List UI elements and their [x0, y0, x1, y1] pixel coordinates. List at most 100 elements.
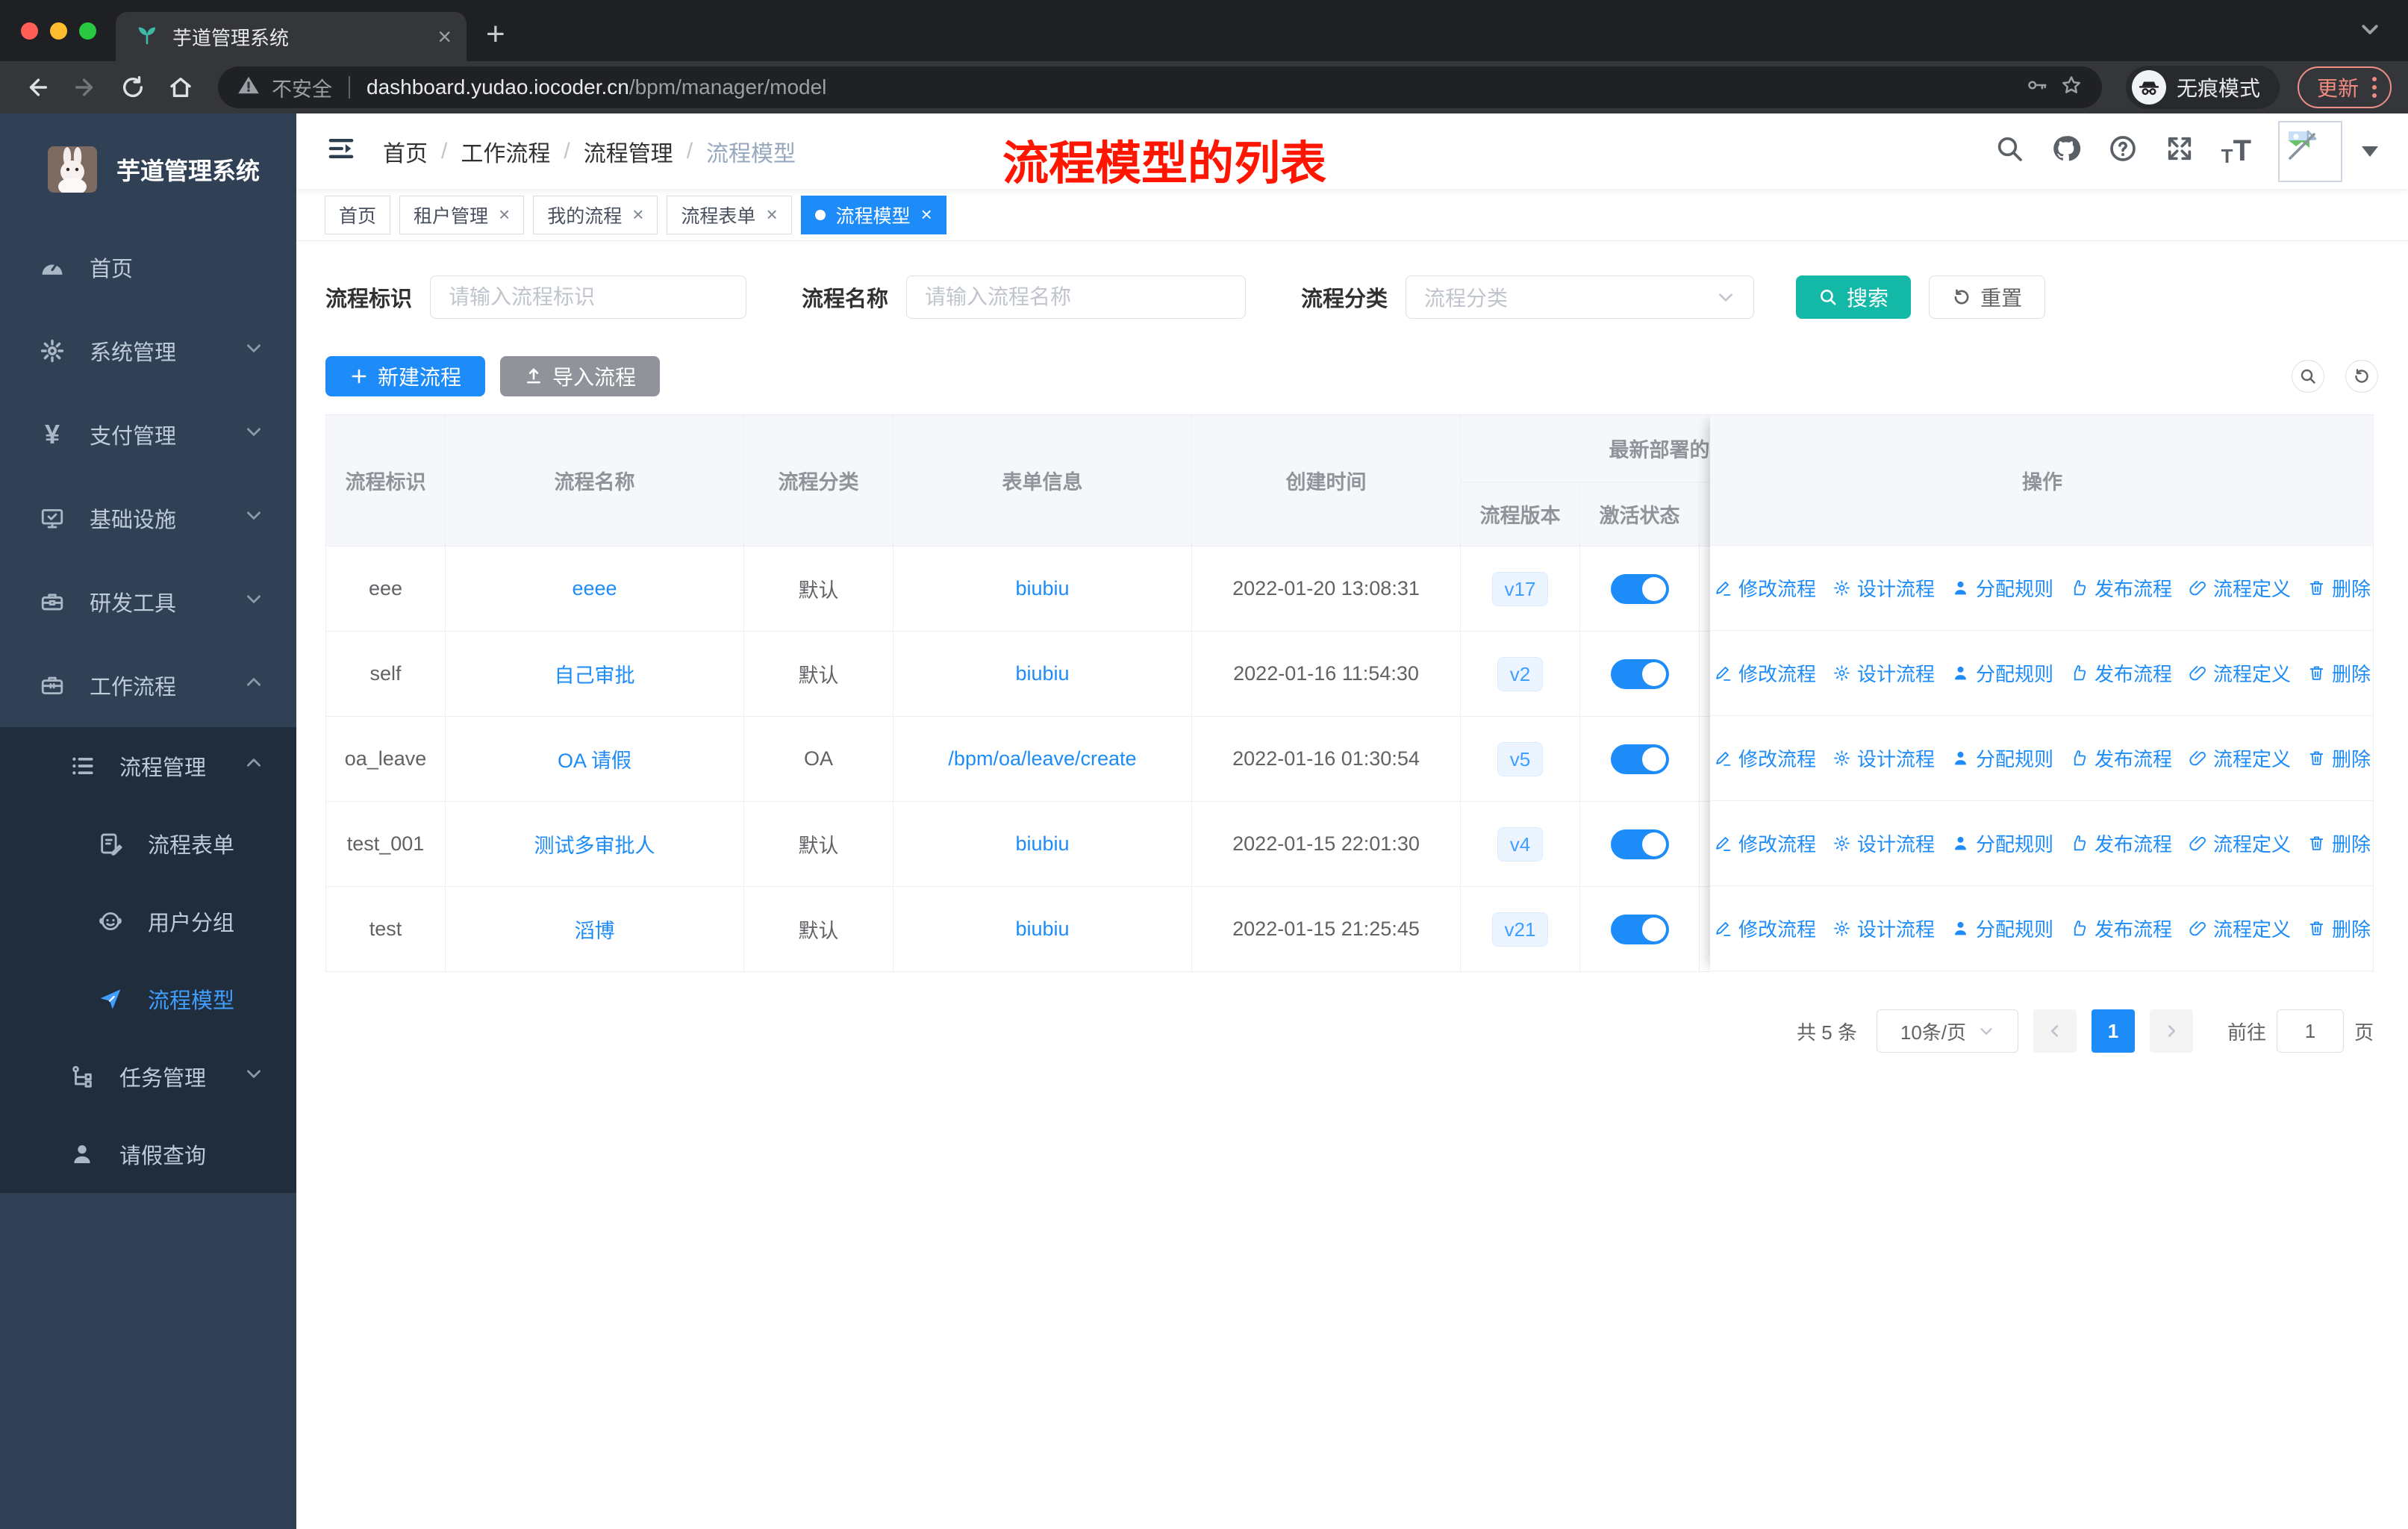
publish-process-link[interactable]: 发布流程 [2070, 659, 2172, 687]
collapse-sidebar-icon[interactable] [326, 134, 356, 169]
process-name-link[interactable]: OA 请假 [558, 744, 631, 773]
close-window-button[interactable] [21, 22, 38, 40]
filter-key-input[interactable] [430, 275, 747, 319]
sidebar-item-user-group[interactable]: 用户分组 [0, 882, 296, 960]
delete-link[interactable]: 删除 [2307, 829, 2371, 857]
modify-process-link[interactable]: 修改流程 [1714, 829, 1816, 857]
assign-rule-link[interactable]: 分配规则 [1951, 829, 2053, 857]
sidebar-item-process-mgmt[interactable]: 流程管理 [0, 727, 296, 805]
avatar-caret-icon[interactable] [2362, 146, 2378, 157]
sidebar-item-process-form[interactable]: 流程表单 [0, 805, 296, 882]
active-toggle[interactable] [1610, 829, 1669, 859]
process-definition-link[interactable]: 流程定义 [2189, 574, 2291, 602]
tag-my-process[interactable]: 我的流程 × [533, 195, 658, 234]
key-icon[interactable] [2026, 74, 2048, 102]
assign-rule-link[interactable]: 分配规则 [1951, 744, 2053, 772]
prev-page-button[interactable] [2033, 1009, 2077, 1053]
close-icon[interactable]: × [766, 203, 777, 226]
design-process-link[interactable]: 设计流程 [1832, 659, 1935, 687]
active-toggle[interactable] [1610, 744, 1669, 774]
design-process-link[interactable]: 设计流程 [1832, 829, 1935, 857]
process-name-link[interactable]: 自己审批 [555, 659, 635, 688]
active-toggle[interactable] [1610, 914, 1669, 944]
refresh-table-button[interactable] [2345, 360, 2378, 393]
tag-tenant[interactable]: 租户管理 × [399, 195, 525, 234]
kebab-menu-icon[interactable] [2372, 77, 2377, 98]
process-definition-link[interactable]: 流程定义 [2189, 659, 2291, 687]
update-menu-button[interactable]: 更新 [2297, 66, 2392, 108]
delete-link[interactable]: 删除 [2307, 744, 2371, 772]
current-page[interactable]: 1 [2091, 1009, 2135, 1053]
publish-process-link[interactable]: 发布流程 [2070, 915, 2172, 942]
sidebar-item-home[interactable]: 首页 [0, 225, 296, 309]
new-tab-button[interactable]: + [486, 18, 505, 51]
tag-home[interactable]: 首页 [325, 195, 391, 234]
sidebar-item-infra[interactable]: 基础设施 [0, 476, 296, 560]
font-size-icon[interactable]: TT [2221, 134, 2251, 168]
form-info-link[interactable]: biubiu [1015, 577, 1069, 600]
form-info-link[interactable]: biubiu [1015, 832, 1069, 856]
design-process-link[interactable]: 设计流程 [1832, 915, 1935, 942]
back-icon[interactable] [16, 66, 58, 108]
publish-process-link[interactable]: 发布流程 [2070, 574, 2172, 602]
breadcrumb-item[interactable]: 首页 [383, 135, 428, 168]
process-definition-link[interactable]: 流程定义 [2189, 915, 2291, 942]
minimize-window-button[interactable] [50, 22, 67, 40]
reset-button[interactable]: 重置 [1929, 275, 2046, 319]
tag-process-model[interactable]: 流程模型 × [800, 195, 946, 234]
tag-process-form[interactable]: 流程表单 × [667, 195, 792, 234]
close-icon[interactable]: × [632, 203, 643, 226]
modify-process-link[interactable]: 修改流程 [1714, 915, 1816, 942]
create-process-button[interactable]: 新建流程 [325, 356, 486, 396]
logo[interactable]: 芋道管理系统 [0, 113, 296, 225]
maximize-window-button[interactable] [79, 22, 96, 40]
breadcrumb-item[interactable]: 流程管理 [584, 135, 673, 168]
close-icon[interactable]: × [499, 203, 510, 226]
sidebar-item-payment[interactable]: ¥ 支付管理 [0, 393, 296, 476]
sidebar-item-process-model[interactable]: 流程模型 [0, 960, 296, 1038]
publish-process-link[interactable]: 发布流程 [2070, 744, 2172, 772]
reload-icon[interactable] [112, 66, 154, 108]
sidebar-item-devtools[interactable]: 研发工具 [0, 560, 296, 644]
design-process-link[interactable]: 设计流程 [1832, 744, 1935, 772]
process-name-link[interactable]: 滔博 [575, 915, 615, 944]
bookmark-star-icon[interactable] [2060, 74, 2083, 102]
goto-page-input[interactable] [2276, 1009, 2344, 1053]
delete-link[interactable]: 删除 [2307, 574, 2371, 602]
assign-rule-link[interactable]: 分配规则 [1951, 915, 2053, 942]
assign-rule-link[interactable]: 分配规则 [1951, 659, 2053, 687]
filter-name-input[interactable] [906, 275, 1247, 319]
next-page-button[interactable] [2149, 1009, 2193, 1053]
avatar[interactable] [2278, 120, 2342, 182]
modify-process-link[interactable]: 修改流程 [1714, 744, 1816, 772]
sidebar-item-leave-query[interactable]: 请假查询 [0, 1115, 296, 1193]
filter-category-select[interactable]: 流程分类 [1406, 275, 1755, 319]
process-name-link[interactable]: eeee [572, 577, 617, 600]
modify-process-link[interactable]: 修改流程 [1714, 659, 1816, 687]
url-text[interactable]: dashboard.yudao.iocoder.cn/bpm/manager/m… [366, 75, 2014, 99]
delete-link[interactable]: 删除 [2307, 915, 2371, 942]
home-icon[interactable] [160, 66, 202, 108]
search-icon[interactable] [1994, 134, 2024, 169]
active-toggle[interactable] [1610, 658, 1669, 689]
url-bar[interactable]: 不安全 dashboard.yudao.iocoder.cn/bpm/manag… [218, 66, 2102, 108]
tab-close-icon[interactable]: × [437, 25, 452, 49]
process-definition-link[interactable]: 流程定义 [2189, 829, 2291, 857]
close-icon[interactable]: × [921, 203, 932, 226]
process-definition-link[interactable]: 流程定义 [2189, 744, 2291, 772]
security-label[interactable]: 不安全 [272, 73, 332, 102]
forward-icon[interactable] [64, 66, 106, 108]
active-toggle[interactable] [1610, 573, 1669, 604]
page-size-select[interactable]: 10条/页 [1876, 1009, 2018, 1053]
sidebar-item-system[interactable]: 系统管理 [0, 309, 296, 393]
process-name-link[interactable]: 测试多审批人 [534, 829, 655, 859]
search-button[interactable]: 搜索 [1796, 275, 1912, 319]
form-info-link[interactable]: biubiu [1015, 662, 1069, 685]
github-icon[interactable] [2051, 134, 2081, 169]
help-icon[interactable] [2108, 134, 2138, 169]
modify-process-link[interactable]: 修改流程 [1714, 574, 1816, 602]
import-process-button[interactable]: 导入流程 [500, 356, 661, 396]
assign-rule-link[interactable]: 分配规则 [1951, 574, 2053, 602]
form-info-link[interactable]: /bpm/oa/leave/create [948, 747, 1136, 770]
browser-tab[interactable]: 芋道管理系统 × [116, 12, 467, 61]
